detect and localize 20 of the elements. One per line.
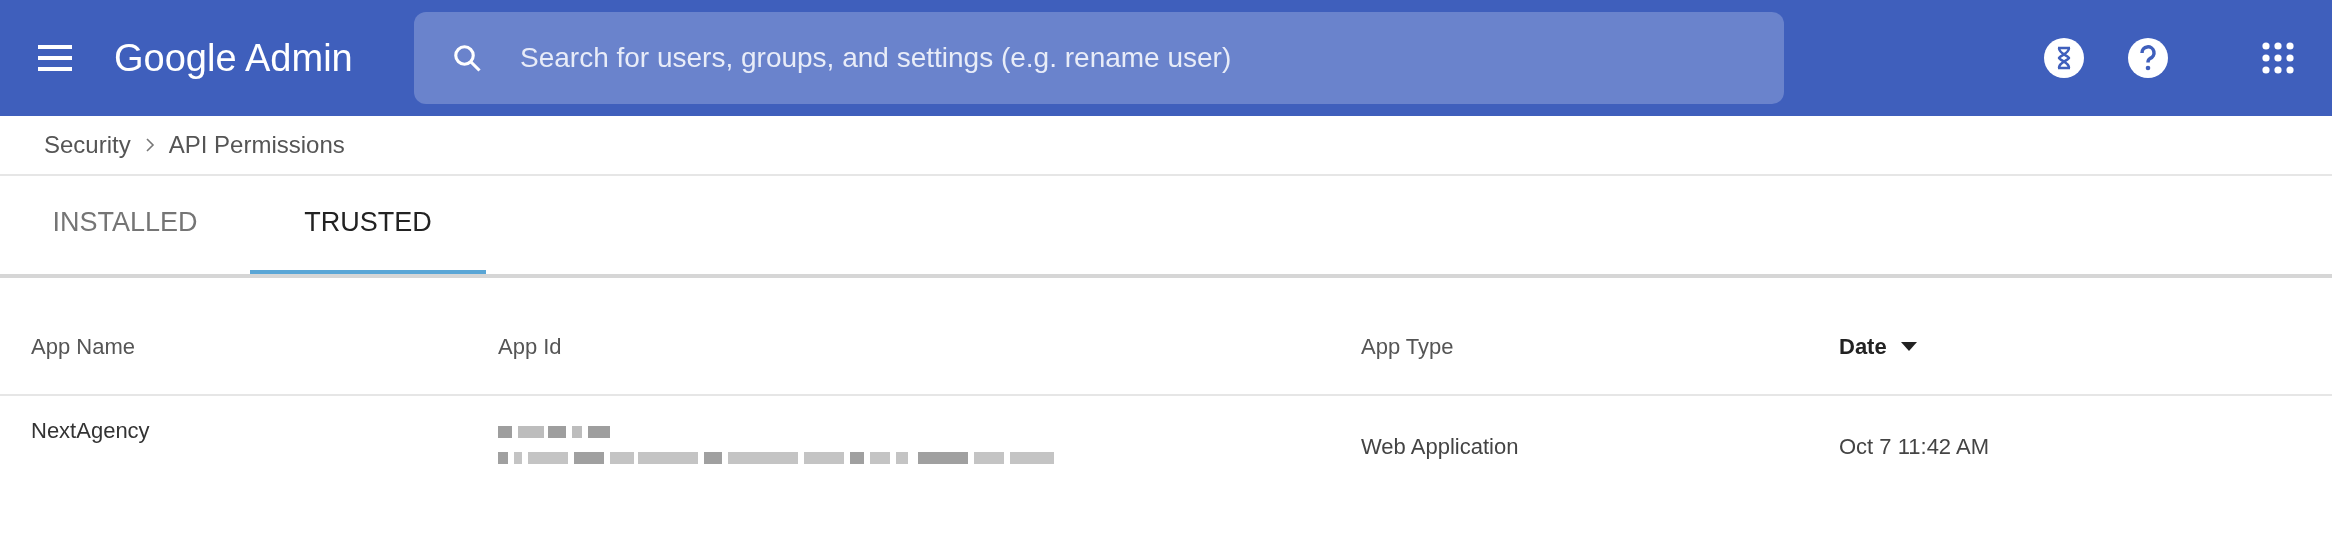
chevron-right-icon — [144, 138, 155, 152]
table-cell: Web Application — [1361, 433, 1519, 459]
search-icon — [452, 43, 482, 73]
search-field[interactable]: Search for users, groups, and settings (e.g. rename user) — [414, 12, 1784, 104]
column-header[interactable]: Date — [1839, 329, 1887, 363]
help-icon[interactable] — [2128, 38, 2168, 78]
column-header[interactable]: App Name — [31, 329, 135, 363]
app-title: Google Admin — [114, 35, 354, 81]
hourglass-icon[interactable] — [2044, 38, 2084, 78]
tab[interactable]: INSTALLED — [0, 174, 250, 274]
menu-icon[interactable] — [38, 45, 72, 71]
tab[interactable]: TRUSTED — [250, 174, 486, 274]
breadcrumb-link[interactable]: Security — [44, 127, 131, 163]
table-cell: NextAgency — [31, 417, 150, 443]
apps-grid-icon[interactable] — [2262, 42, 2294, 74]
table-cell: Oct 7 11:42 AM — [1839, 433, 1989, 459]
breadcrumb-link[interactable]: API Permissions — [168, 127, 345, 163]
sort-down-icon — [1900, 341, 1917, 351]
column-header[interactable]: App Id — [498, 329, 562, 363]
column-header[interactable]: App Type — [1361, 329, 1454, 363]
